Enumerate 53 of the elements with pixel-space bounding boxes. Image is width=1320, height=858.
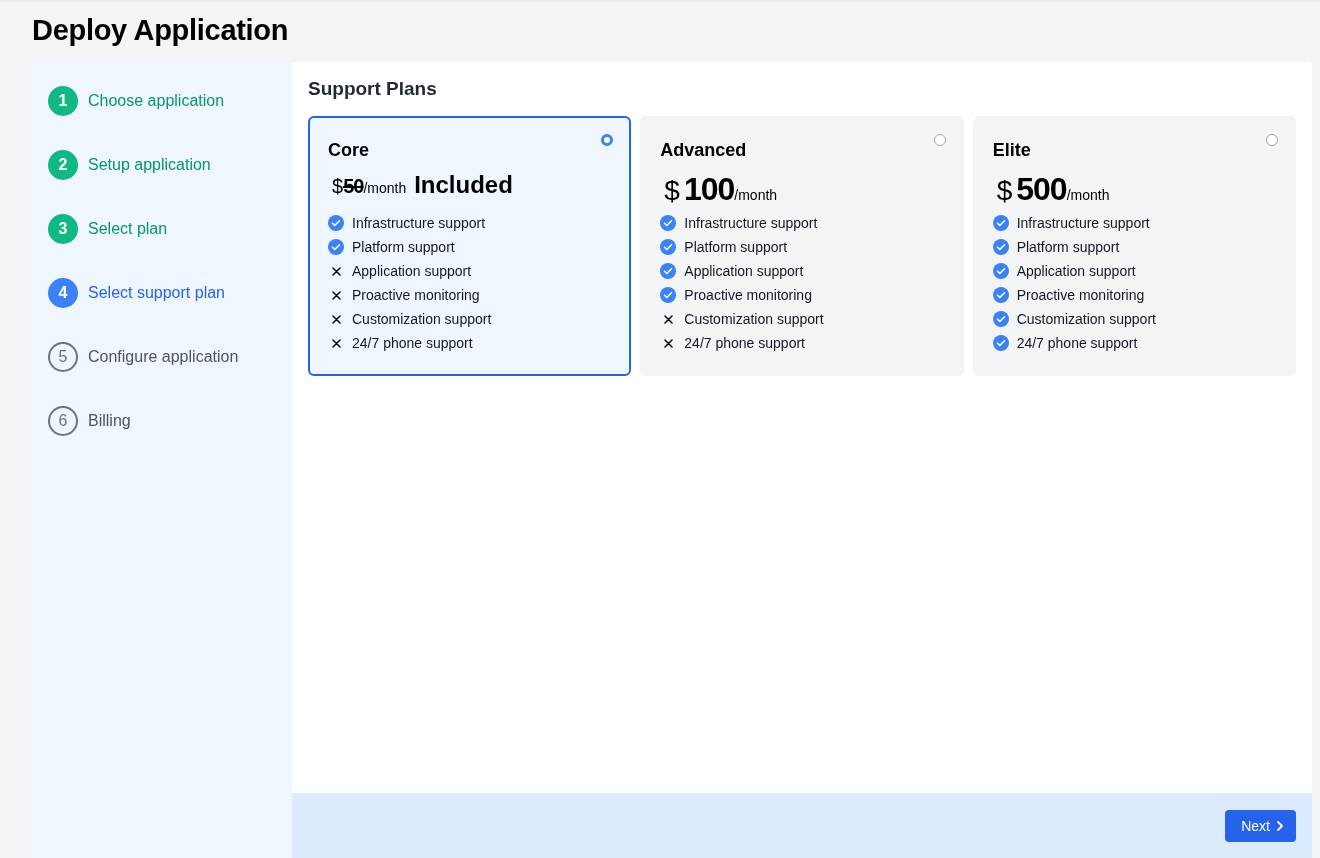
feature-label: Customization support [684,311,824,327]
currency-symbol: $ [664,175,680,207]
plan-name: Elite [992,140,1032,161]
price-note: Included [414,171,513,199]
feature-label: Platform support [352,239,455,255]
price-amount: 100 [683,171,735,208]
feature-label: Proactive monitoring [684,287,812,303]
chevron-right-icon [1276,819,1284,832]
page-title: Deploy Application [32,13,290,48]
radio-button[interactable] [1266,134,1278,146]
next-button[interactable]: Next [1225,809,1296,842]
feature-label: Customization support [1016,311,1156,327]
feature-label: 24/7 phone support [1016,335,1138,351]
plan-name: Core [328,140,370,161]
price-period: /month [363,180,407,196]
step-number: 2 [48,150,78,180]
plan-card[interactable]: Elite $500/month Infrastructure support Platform support Application support Proactive monitoring Customization support 24/7 phone support [972,116,1296,376]
feature-label: 24/7 phone support [352,335,473,351]
price-amount: 500 [1016,171,1067,208]
feature-label: Customization support [352,311,492,327]
currency-symbol: $ [996,175,1013,207]
step-label[interactable]: Billing [88,412,131,430]
step-number: 6 [48,406,78,436]
feature-label: 24/7 phone support [684,335,805,351]
step-label[interactable]: Configure application [88,348,239,366]
step-label[interactable]: Select plan [88,220,168,238]
plan-name: Advanced [660,140,748,161]
step-number: 5 [48,342,78,372]
step-label[interactable]: Select support plan [88,284,225,302]
step-number: 4 [48,278,78,308]
feature-label: Application support [684,263,804,279]
currency-symbol: $ [332,175,344,198]
step-label[interactable]: Setup application [88,156,211,174]
feature-label: Proactive monitoring [1016,287,1145,303]
section-title: Support Plans [308,78,438,100]
price-period: /month [1066,187,1110,203]
plan-card[interactable]: Advanced $100/month Infrastructure support Platform support Application support Proactive monitoring Customization support 24/7 phone support [640,116,964,376]
radio-button[interactable] [933,134,946,146]
feature-label: Infrastructure support [352,215,486,231]
feature-label: Platform support [1016,239,1120,255]
price-amount: 50 [343,175,364,198]
step-number: 1 [48,86,78,116]
plan-card[interactable]: Core $50/month Included Infrastructure support Platform support Application support Proactive monitoring Customization support 24/7 phone support [308,116,632,376]
step-number: 3 [48,214,78,244]
feature-label: Infrastructure support [684,215,818,231]
price-period: /month [734,187,778,203]
feature-label: Application support [1016,263,1136,279]
step-label[interactable]: Choose application [88,92,225,110]
feature-label: Infrastructure support [1016,215,1150,231]
feature-label: Application support [352,263,472,279]
feature-label: Proactive monitoring [352,287,480,303]
feature-label: Platform support [684,239,788,255]
radio-button[interactable] [601,134,614,146]
